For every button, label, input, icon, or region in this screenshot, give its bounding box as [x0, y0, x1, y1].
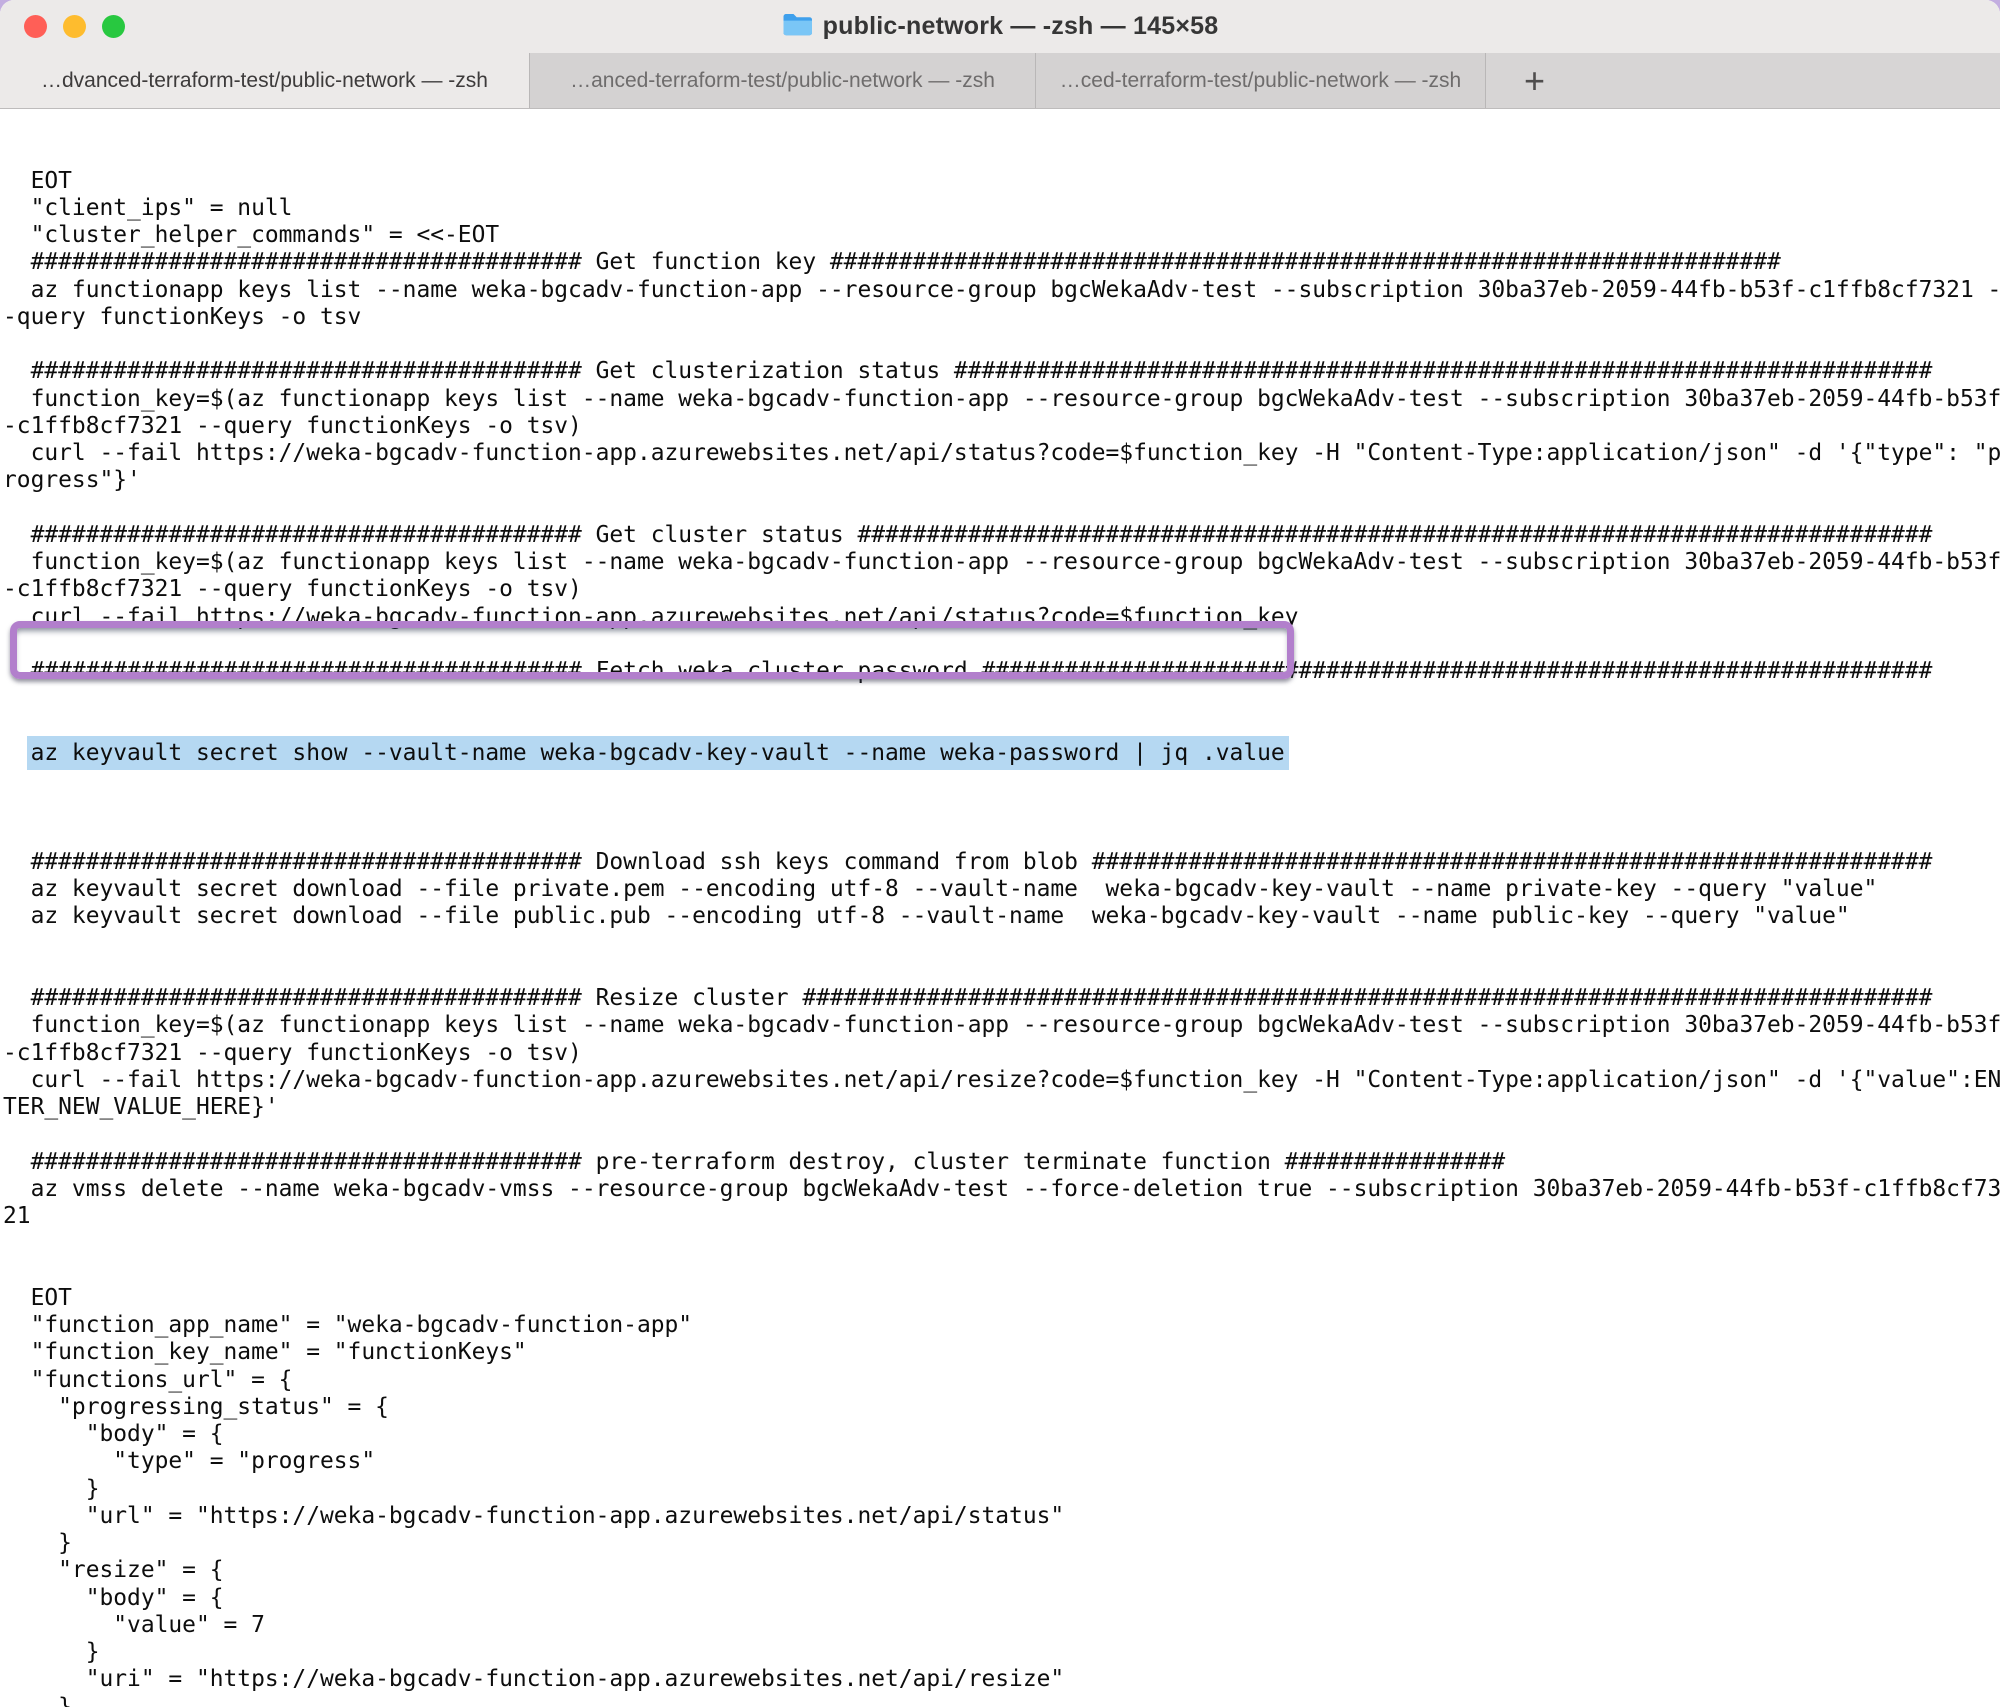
- new-tab-area: +: [1486, 53, 2000, 108]
- terminal-output-after: ########################################…: [3, 822, 2000, 1707]
- close-button[interactable]: [24, 15, 47, 38]
- terminal-output-before: EOT "client_ips" = null "cluster_helper_…: [3, 168, 2000, 686]
- tab-public-network-1[interactable]: …dvanced-terraform-test/public-network —…: [0, 53, 530, 108]
- window-title: public-network — -zsh — 145×58: [823, 12, 1219, 41]
- zoom-button[interactable]: [102, 15, 125, 38]
- title-wrap: public-network — -zsh — 145×58: [782, 12, 1219, 42]
- minimize-button[interactable]: [63, 15, 86, 38]
- traffic-lights: [24, 0, 125, 53]
- tab-bar: …dvanced-terraform-test/public-network —…: [0, 53, 2000, 109]
- tab-public-network-3[interactable]: …ced-terraform-test/public-network — -zs…: [1036, 53, 1486, 108]
- tab-label: …anced-terraform-test/public-network — -…: [570, 69, 995, 93]
- terminal-content[interactable]: EOT "client_ips" = null "cluster_helper_…: [0, 109, 2000, 1707]
- tab-label: …ced-terraform-test/public-network — -zs…: [1060, 69, 1461, 93]
- title-bar: public-network — -zsh — 145×58: [0, 0, 2000, 53]
- new-tab-button plus-icon[interactable]: +: [1524, 63, 1545, 99]
- tab-public-network-2[interactable]: …anced-terraform-test/public-network — -…: [530, 53, 1036, 108]
- terminal-window: public-network — -zsh — 145×58 …dvanced-…: [0, 0, 2000, 1707]
- folder-icon: [782, 12, 813, 42]
- selected-command-text[interactable]: az keyvault secret show --vault-name wek…: [31, 740, 1285, 766]
- highlighted-line: az keyvault secret show --vault-name wek…: [3, 740, 2000, 767]
- tab-label: …dvanced-terraform-test/public-network —…: [41, 69, 488, 93]
